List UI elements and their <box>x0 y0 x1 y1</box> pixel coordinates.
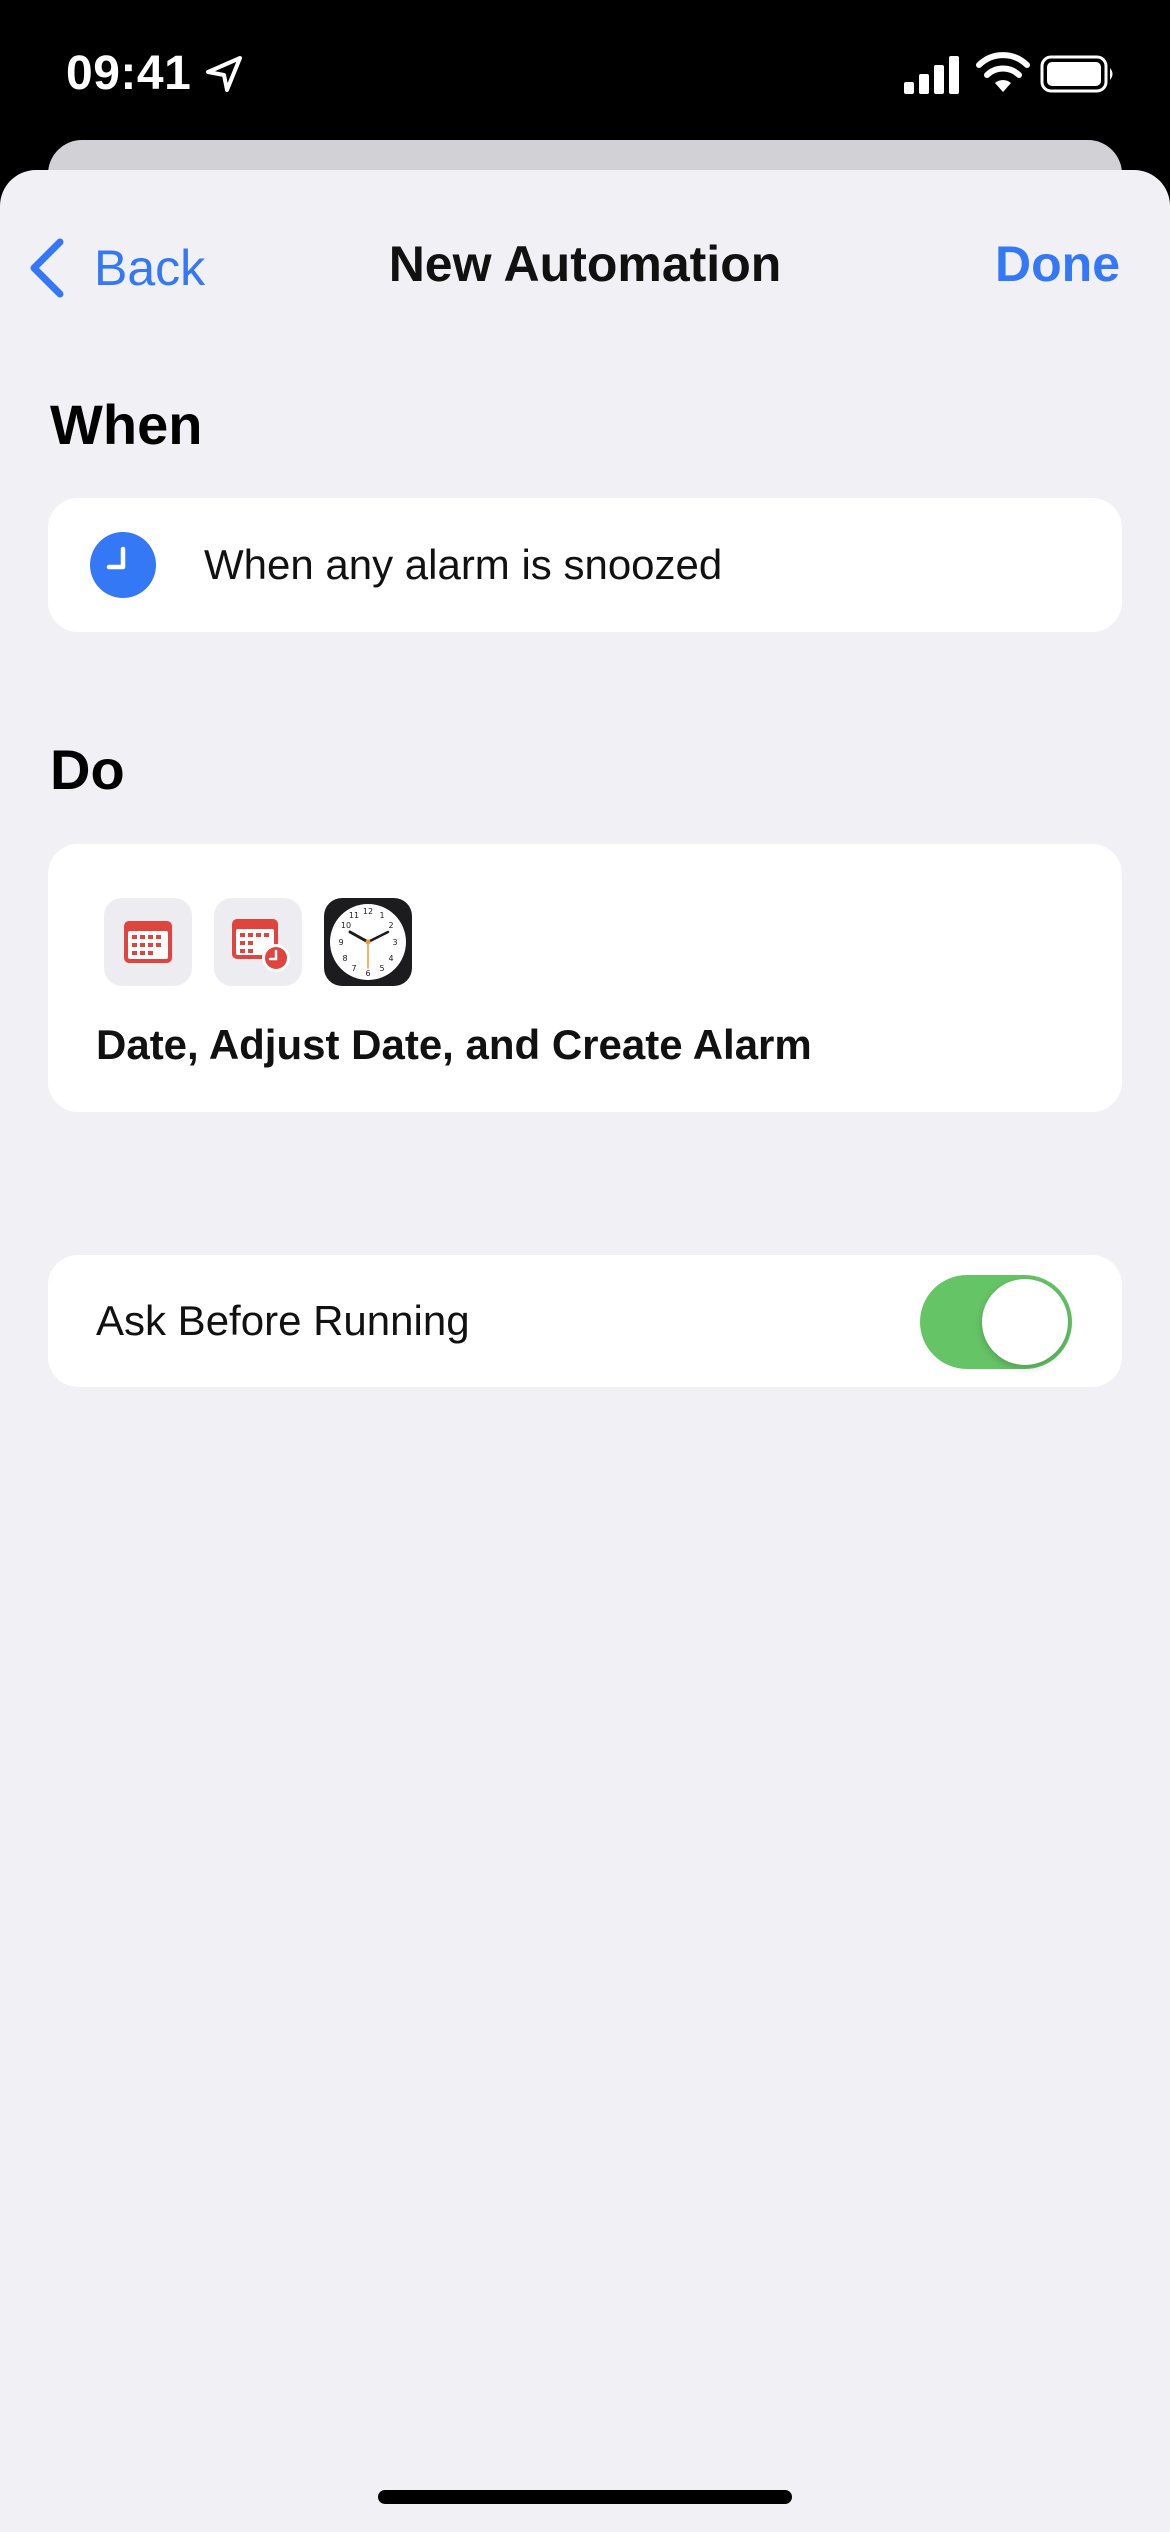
battery-icon <box>1040 55 1113 93</box>
automation-sheet: Back New Automation Done When When any a… <box>0 170 1170 2532</box>
status-time: 09:41 <box>66 47 192 100</box>
svg-text:12: 12 <box>363 907 373 916</box>
do-section-title: Do <box>50 738 125 801</box>
svg-text:3: 3 <box>392 938 397 947</box>
svg-text:4: 4 <box>388 954 393 963</box>
svg-text:7: 7 <box>351 964 356 973</box>
svg-text:10: 10 <box>341 921 351 930</box>
trigger-text: When any alarm is snoozed <box>204 541 723 588</box>
done-button[interactable]: Done <box>995 224 1120 304</box>
svg-text:2: 2 <box>388 921 393 930</box>
cellular-signal-icon <box>904 56 959 94</box>
ask-before-running-toggle[interactable] <box>920 1275 1072 1369</box>
toggle-knob <box>982 1279 1068 1365</box>
location-arrow-icon <box>206 56 242 92</box>
svg-text:11: 11 <box>349 911 359 920</box>
wifi-icon <box>976 52 1030 92</box>
svg-text:8: 8 <box>342 954 347 963</box>
actions-summary: Date, Adjust Date, and Create Alarm <box>96 1021 812 1068</box>
home-indicator <box>378 2490 792 2504</box>
back-label: Back <box>94 240 206 296</box>
back-button[interactable]: Back <box>26 228 205 308</box>
svg-text:9: 9 <box>338 938 343 947</box>
ask-before-running-row: Ask Before Running <box>48 1255 1122 1387</box>
svg-text:6: 6 <box>365 969 370 978</box>
status-bar: 09:41 <box>0 0 1170 140</box>
when-section-title: When <box>50 393 203 456</box>
calendar-clock-icon <box>214 898 302 986</box>
chevron-left-icon <box>30 238 64 298</box>
clock-app-icon: 12 1 2 3 4 5 6 7 8 9 10 11 <box>324 898 412 986</box>
svg-text:5: 5 <box>379 964 384 973</box>
actions-card[interactable]: 12 1 2 3 4 5 6 7 8 9 10 11 Date, Adjust … <box>48 844 1122 1112</box>
trigger-card[interactable]: When any alarm is snoozed <box>48 498 1122 632</box>
clock-icon <box>90 532 156 598</box>
calendar-icon <box>104 898 192 986</box>
svg-text:1: 1 <box>379 911 384 920</box>
ask-before-running-label: Ask Before Running <box>96 1297 470 1344</box>
